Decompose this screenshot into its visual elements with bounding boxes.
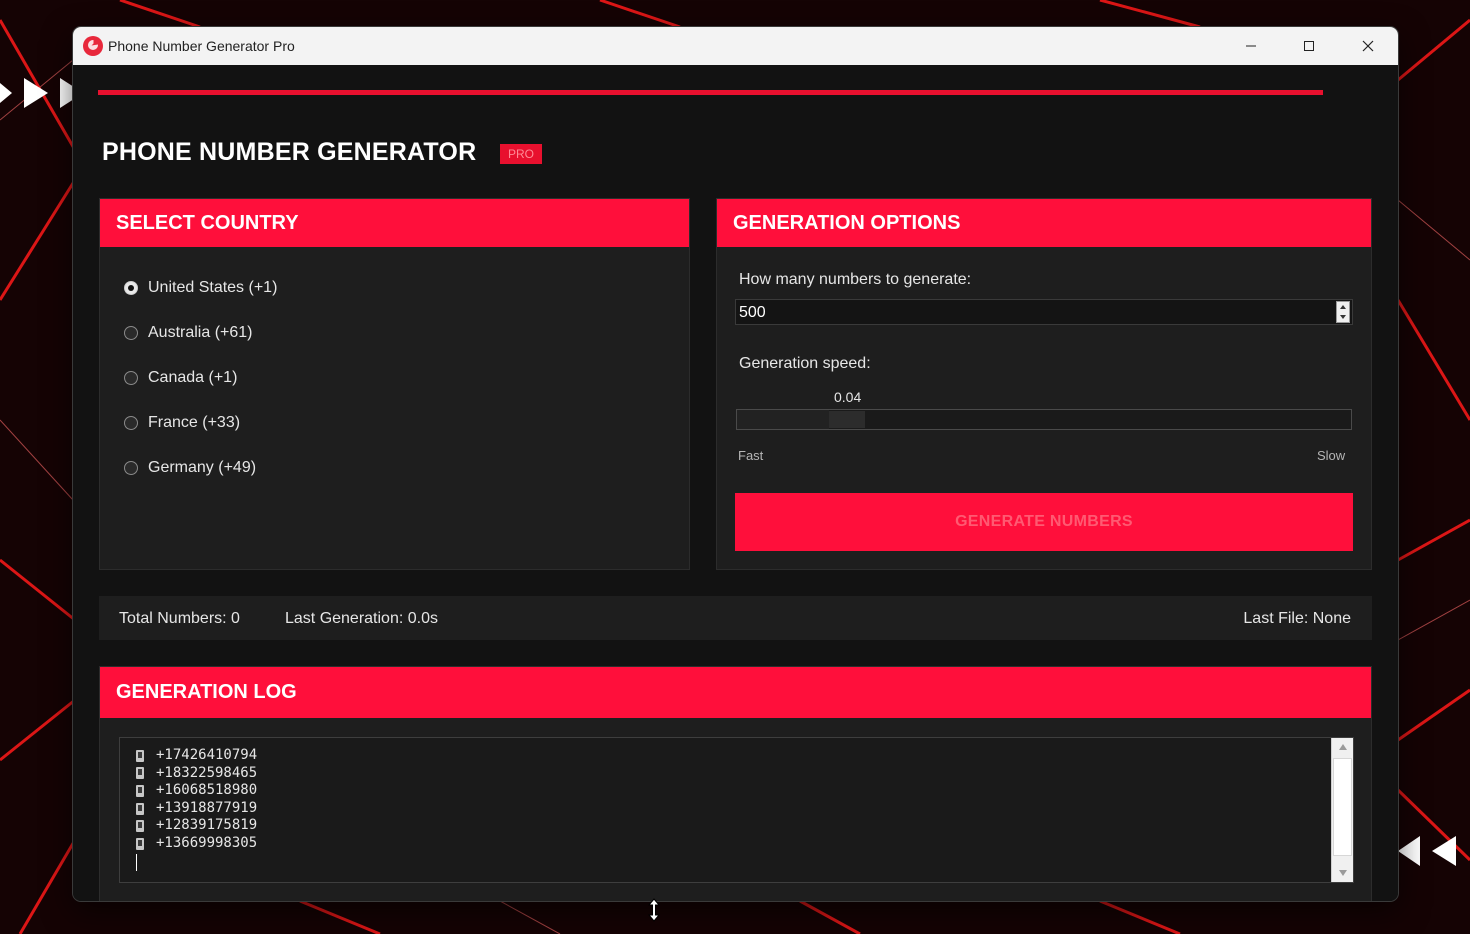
slider-fill <box>737 410 829 429</box>
log-entry: +13669998305 <box>136 835 257 853</box>
phone-icon <box>136 802 144 815</box>
pro-badge: PRO <box>500 144 542 164</box>
country-option-label: Germany (+49) <box>148 459 257 476</box>
slider-thumb[interactable] <box>829 411 865 428</box>
app-window: Phone Number Generator Pro PHONE NUMBER … <box>73 27 1398 901</box>
play-arrows-decoration <box>0 78 74 108</box>
log-entry: +12839175819 <box>136 817 257 835</box>
radio-button[interactable] <box>124 371 138 385</box>
country-option-label: United States (+1) <box>148 279 278 296</box>
app-logo-icon <box>83 36 103 56</box>
minimize-button[interactable] <box>1222 27 1280 65</box>
radio-button[interactable] <box>124 416 138 430</box>
log-entry-number: +17426410794 <box>156 747 258 763</box>
log-entry-number: +13669998305 <box>156 834 258 851</box>
generation-options-panel: GENERATION OPTIONS How many numbers to g… <box>716 198 1372 570</box>
rewind-arrows-decoration <box>1398 836 1456 866</box>
speed-slow-label: Slow <box>1317 448 1346 463</box>
country-option-label: France (+33) <box>148 414 241 431</box>
country-option-united-states[interactable]: United States (+1) <box>124 279 277 297</box>
log-scrollbar[interactable] <box>1331 738 1353 882</box>
count-label: How many numbers to generate: <box>739 271 972 288</box>
phone-icon <box>136 767 144 780</box>
log-entry-number: +13918877919 <box>156 799 258 816</box>
country-option-australia[interactable]: Australia (+61) <box>124 324 253 342</box>
phone-icon <box>136 837 144 850</box>
stats-bar: Total Numbers: 0 Last Generation: 0.0s L… <box>99 596 1372 640</box>
log-entry-number: +18322598465 <box>156 764 258 781</box>
country-panel-title: SELECT COUNTRY <box>100 199 689 247</box>
country-option-france[interactable]: France (+33) <box>124 414 240 432</box>
maximize-icon <box>1304 41 1314 51</box>
log-lines: +17426410794 +18322598465 +16068518980 +… <box>136 747 257 871</box>
close-button[interactable] <box>1339 27 1397 65</box>
count-spinbox[interactable]: 500 <box>735 299 1353 325</box>
country-option-label: Canada (+1) <box>148 369 238 386</box>
log-entry: +13918877919 <box>136 800 257 818</box>
scroll-down-button[interactable] <box>1332 864 1353 882</box>
options-panel-title: GENERATION OPTIONS <box>717 199 1371 247</box>
phone-icon <box>136 784 144 797</box>
speed-slider[interactable] <box>736 409 1352 430</box>
radio-button[interactable] <box>124 281 138 295</box>
spin-arrows[interactable] <box>1336 301 1350 323</box>
generation-log-panel: GENERATION LOG +17426410794 +18322598465… <box>99 666 1372 901</box>
country-option-label: Australia (+61) <box>148 324 253 341</box>
log-entry: +17426410794 <box>136 747 257 765</box>
generate-numbers-button[interactable]: GENERATE NUMBERS <box>735 493 1353 551</box>
log-entry-number: +12839175819 <box>156 817 258 834</box>
text-caret <box>136 853 137 871</box>
log-entry: +16068518980 <box>136 782 257 800</box>
speed-label: Generation speed: <box>739 355 871 372</box>
phone-icon <box>136 820 144 833</box>
total-numbers-stat: Total Numbers: 0 <box>119 610 240 627</box>
country-option-canada[interactable]: Canada (+1) <box>124 369 237 387</box>
scroll-thumb[interactable] <box>1333 758 1352 856</box>
country-panel: SELECT COUNTRY United States (+1) Austra… <box>99 198 690 570</box>
log-textbox[interactable]: +17426410794 +18322598465 +16068518980 +… <box>119 737 1354 883</box>
count-value[interactable]: 500 <box>739 304 766 322</box>
phone-icon <box>136 749 144 762</box>
log-entry: +18322598465 <box>136 765 257 783</box>
app-content: PHONE NUMBER GENERATOR PRO SELECT COUNTR… <box>73 65 1398 901</box>
minimize-icon <box>1246 45 1256 47</box>
app-heading: PHONE NUMBER GENERATOR <box>102 138 477 166</box>
log-entry-number: +16068518980 <box>156 782 258 799</box>
last-generation-stat: Last Generation: 0.0s <box>285 610 438 627</box>
close-icon <box>1362 40 1374 52</box>
scroll-down-icon <box>1338 870 1347 876</box>
country-option-germany[interactable]: Germany (+49) <box>124 459 256 477</box>
accent-bar <box>98 90 1323 95</box>
spin-up-icon[interactable] <box>1340 305 1346 309</box>
scroll-up-icon <box>1338 744 1347 750</box>
radio-button[interactable] <box>124 461 138 475</box>
radio-button[interactable] <box>124 326 138 340</box>
speed-value: 0.04 <box>834 389 862 405</box>
resize-cursor-icon <box>647 898 661 922</box>
spin-down-icon[interactable] <box>1340 315 1346 319</box>
last-file-stat: Last File: None <box>1243 610 1351 627</box>
title-bar: Phone Number Generator Pro <box>73 27 1398 65</box>
scroll-up-button[interactable] <box>1332 738 1353 756</box>
maximize-button[interactable] <box>1280 27 1338 65</box>
log-panel-title: GENERATION LOG <box>100 667 1371 718</box>
window-title: Phone Number Generator Pro <box>108 38 295 54</box>
speed-fast-label: Fast <box>738 448 764 463</box>
